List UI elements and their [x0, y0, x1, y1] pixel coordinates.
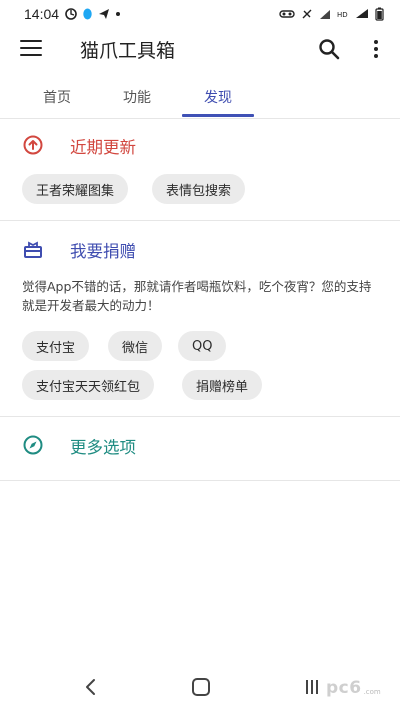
- nav-back-button[interactable]: [84, 678, 98, 696]
- app-title: 猫爪工具箱: [80, 40, 176, 62]
- section-recent-updates-header: 近期更新: [22, 134, 136, 157]
- section-divider: [0, 416, 400, 417]
- tab-home[interactable]: 首页: [20, 78, 94, 116]
- search-button[interactable]: [317, 37, 341, 61]
- tab-bar: 首页 功能 发现: [0, 78, 400, 118]
- dot-icon: [115, 11, 121, 17]
- battery-icon: [375, 7, 384, 21]
- status-time: 14:04: [24, 6, 60, 22]
- gift-icon: [22, 238, 44, 260]
- menu-icon: [20, 40, 42, 43]
- tab-features[interactable]: 功能: [100, 78, 174, 116]
- tab-indicator: [182, 114, 254, 117]
- mute-icon: [279, 9, 295, 19]
- back-icon: [86, 679, 95, 695]
- svg-text:HD: HD: [337, 11, 348, 19]
- watermark-logo: pc6 .com: [326, 678, 381, 698]
- donate-description: 觉得App不错的话，那就请作者喝瓶饮料，吃个夜宵？您的支持就是开发者最大的动力！: [22, 279, 372, 313]
- more-vert-icon: [374, 40, 378, 44]
- compass-icon: [22, 434, 44, 456]
- search-icon: [319, 39, 340, 60]
- section-title-donate: 我要捐赠: [70, 242, 136, 261]
- section-divider: [0, 480, 400, 481]
- chip-alipay-daily-red-packet[interactable]: 支付宝天天领红包: [22, 370, 155, 400]
- location-icon: [65, 8, 77, 20]
- watermark-sub: .com: [363, 688, 381, 696]
- section-divider: [0, 220, 400, 221]
- section-title-recent-updates: 近期更新: [70, 138, 136, 157]
- chip-alipay[interactable]: 支付宝: [22, 331, 90, 361]
- telegram-icon: [98, 8, 110, 20]
- more-options-button[interactable]: [366, 37, 386, 61]
- watermark-text: pc6: [326, 678, 362, 698]
- nav-home-button[interactable]: [192, 678, 210, 696]
- signal-icon: [319, 9, 331, 20]
- wifi-icon: [355, 8, 369, 20]
- section-title-more-options: 更多选项: [70, 438, 136, 457]
- recents-icon: [306, 680, 308, 694]
- menu-button[interactable]: [20, 40, 42, 58]
- section-more-options-header[interactable]: 更多选项: [22, 434, 136, 457]
- hd-icon: HD: [337, 9, 349, 19]
- chip-honor-of-kings-gallery[interactable]: 王者荣耀图集: [22, 174, 129, 204]
- chip-meme-search[interactable]: 表情包搜索: [152, 174, 246, 204]
- tab-discover[interactable]: 发现: [182, 78, 254, 116]
- chip-qq[interactable]: QQ: [178, 331, 227, 361]
- qq-icon: [82, 8, 93, 21]
- status-bar: 14:04 HD: [0, 0, 400, 28]
- tab-divider: [0, 118, 400, 119]
- vibrate-icon: [301, 8, 313, 20]
- chip-wechat[interactable]: 微信: [108, 331, 163, 361]
- arrow-up-circle-icon: [22, 134, 44, 156]
- nav-recents-button[interactable]: [306, 680, 324, 694]
- app-bar: 猫爪工具箱: [0, 28, 400, 70]
- chip-donation-list[interactable]: 捐赠榜单: [182, 370, 263, 400]
- system-nav-bar: pc6 .com: [0, 668, 400, 711]
- section-donate-header: 我要捐赠: [22, 238, 136, 261]
